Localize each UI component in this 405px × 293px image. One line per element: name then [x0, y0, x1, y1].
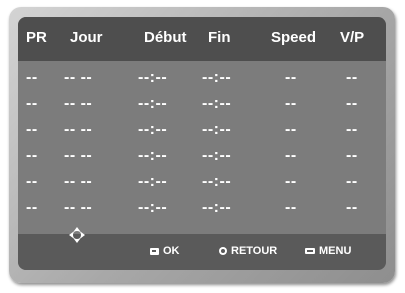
timer-row[interactable]: -- -- -- --:-- --:-- -- -- — [18, 147, 386, 167]
enter-icon — [150, 247, 159, 255]
row-vp: -- — [346, 173, 358, 190]
row-pr: -- — [26, 95, 38, 112]
row-jour: -- -- — [64, 199, 93, 216]
timer-row[interactable]: -- -- -- --:-- --:-- -- -- — [18, 173, 386, 193]
dpad-icon — [69, 227, 85, 243]
row-fin: --:-- — [202, 69, 232, 86]
ok-hint: OK — [150, 245, 180, 257]
row-debut: --:-- — [138, 199, 168, 216]
column-header-debut: Début — [144, 29, 187, 46]
row-speed: -- — [285, 121, 297, 138]
row-debut: --:-- — [138, 69, 168, 86]
row-debut: --:-- — [138, 95, 168, 112]
ok-label: OK — [163, 245, 180, 257]
row-jour: -- -- — [64, 95, 93, 112]
menu-icon — [305, 248, 315, 254]
row-vp: -- — [346, 121, 358, 138]
row-speed: -- — [285, 173, 297, 190]
column-header-jour: Jour — [70, 29, 103, 46]
row-jour: -- -- — [64, 69, 93, 86]
row-fin: --:-- — [202, 147, 232, 164]
row-jour: -- -- — [64, 147, 93, 164]
return-hint: RETOUR — [219, 245, 277, 257]
row-vp: -- — [346, 95, 358, 112]
menu-label: MENU — [319, 245, 352, 257]
return-label: RETOUR — [231, 245, 278, 257]
row-debut: --:-- — [138, 121, 168, 138]
column-header-pr: PR — [26, 29, 47, 46]
column-header-speed: Speed — [271, 29, 317, 46]
row-pr: -- — [26, 199, 38, 216]
row-jour: -- -- — [64, 173, 93, 190]
row-vp: -- — [346, 69, 358, 86]
timer-row[interactable]: -- -- -- --:-- --:-- -- -- — [18, 95, 386, 115]
row-pr: -- — [26, 69, 38, 86]
row-vp: -- — [346, 147, 358, 164]
row-jour: -- -- — [64, 121, 93, 138]
timer-row[interactable]: -- -- -- --:-- --:-- -- -- — [18, 121, 386, 141]
row-vp: -- — [346, 199, 358, 216]
column-header-vp: V/P — [340, 29, 365, 46]
row-pr: -- — [26, 147, 38, 164]
row-debut: --:-- — [138, 173, 168, 190]
row-speed: -- — [285, 69, 297, 86]
row-fin: --:-- — [202, 95, 232, 112]
row-debut: --:-- — [138, 147, 168, 164]
row-speed: -- — [285, 199, 297, 216]
column-header-fin: Fin — [208, 29, 231, 46]
row-speed: -- — [285, 95, 297, 112]
timer-row[interactable]: -- -- -- --:-- --:-- -- -- — [18, 69, 386, 89]
row-fin: --:-- — [202, 121, 232, 138]
column-header-bar: PR Jour Début Fin Speed V/P — [18, 17, 386, 61]
row-speed: -- — [285, 147, 297, 164]
row-pr: -- — [26, 121, 38, 138]
menu-hint: MENU — [305, 245, 351, 257]
return-icon — [219, 247, 227, 255]
row-pr: -- — [26, 173, 38, 190]
row-fin: --:-- — [202, 199, 232, 216]
row-fin: --:-- — [202, 173, 232, 190]
timer-row[interactable]: -- -- -- --:-- --:-- -- -- — [18, 199, 386, 219]
